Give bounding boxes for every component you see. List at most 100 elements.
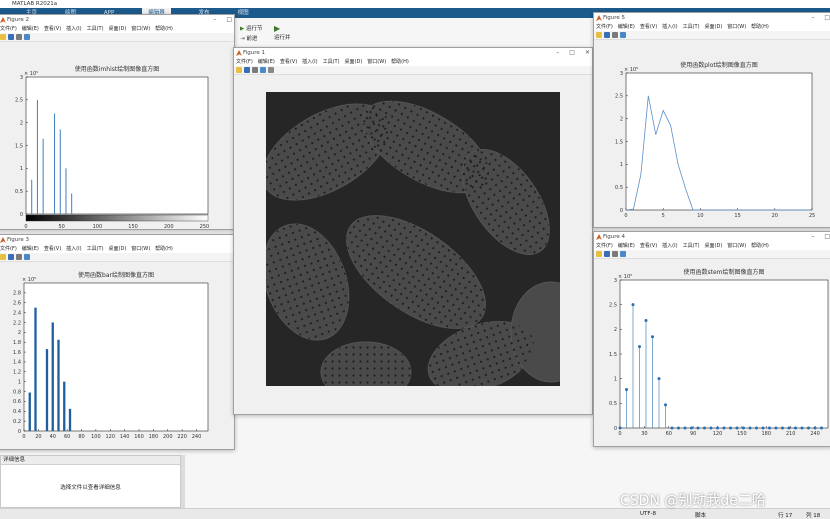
bar <box>63 381 66 431</box>
menu-edit[interactable]: 编辑(E) <box>22 246 39 252</box>
menu-file[interactable]: 文件(F) <box>596 243 613 249</box>
run-section-button[interactable]: ▶ 运行节 <box>240 24 263 34</box>
menu-help[interactable]: 帮助(H) <box>751 24 769 30</box>
x-tick-label: 180 <box>761 431 771 437</box>
figure-4-titlebar[interactable]: Figure 4 – □ <box>594 232 830 242</box>
menu-tools[interactable]: 工具(T) <box>683 24 700 30</box>
editor-run-group: ▶ 运行节 ⇥ 前进 <box>240 24 263 44</box>
data-cursor-icon[interactable] <box>24 34 30 40</box>
maximize-button[interactable]: □ <box>824 14 830 21</box>
menu-help[interactable]: 帮助(H) <box>155 26 173 32</box>
open-file-icon[interactable] <box>596 32 602 38</box>
advance-button[interactable]: ⇥ 前进 <box>240 34 263 44</box>
figure-5-window[interactable]: Figure 5 – □ 文件(F) 编辑(E) 查看(V) 插入(I) 工具(T) 桌面(… <box>593 12 830 228</box>
menu-window[interactable]: 窗口(W) <box>367 59 386 65</box>
menu-help[interactable]: 帮助(H) <box>391 59 409 65</box>
figure-4-window[interactable]: Figure 4 – □ 文件(F) 编辑(E) 查看(V) 插入(I) 工具(T) 桌面(… <box>593 231 830 447</box>
data-cursor-icon[interactable] <box>620 32 626 38</box>
menu-view[interactable]: 查看(V) <box>280 59 297 65</box>
menu-help[interactable]: 帮助(H) <box>751 243 769 249</box>
menu-desktop[interactable]: 桌面(D) <box>345 59 363 65</box>
ribbon-tab-view[interactable]: 视图 <box>238 8 249 18</box>
save-icon[interactable] <box>604 32 610 38</box>
maximize-button[interactable]: □ <box>824 233 830 240</box>
data-cursor-icon[interactable] <box>260 67 266 73</box>
menu-edit[interactable]: 编辑(E) <box>618 243 635 249</box>
maximize-button[interactable]: □ <box>226 16 232 23</box>
figure-3-titlebar[interactable]: Figure 3 <box>0 235 234 245</box>
axes-exponent: × 10⁵ <box>22 277 36 283</box>
maximize-button[interactable]: □ <box>569 49 575 56</box>
menu-insert[interactable]: 插入(I) <box>302 59 317 65</box>
menu-tools[interactable]: 工具(T) <box>87 246 104 252</box>
menu-desktop[interactable]: 桌面(D) <box>109 26 127 32</box>
minimize-button[interactable]: – <box>811 14 814 21</box>
minimize-button[interactable]: – <box>811 233 814 240</box>
print-icon[interactable] <box>612 251 618 257</box>
menu-file[interactable]: 文件(F) <box>0 246 17 252</box>
open-file-icon[interactable] <box>0 254 6 260</box>
stem-point <box>748 426 752 430</box>
menu-view[interactable]: 查看(V) <box>44 26 61 32</box>
menu-file[interactable]: 文件(F) <box>596 24 613 30</box>
menu-desktop[interactable]: 桌面(D) <box>705 243 723 249</box>
menu-file[interactable]: 文件(F) <box>0 26 17 32</box>
minimize-button[interactable]: – <box>213 16 216 23</box>
menu-desktop[interactable]: 桌面(D) <box>705 24 723 30</box>
menu-tools[interactable]: 工具(T) <box>87 26 104 32</box>
menu-tools[interactable]: 工具(T) <box>323 59 340 65</box>
figure-5-titlebar[interactable]: Figure 5 – □ <box>594 13 830 23</box>
open-file-icon[interactable] <box>596 251 602 257</box>
bar <box>57 339 60 431</box>
figure-2-titlebar[interactable]: Figure 2 – □ <box>0 15 234 25</box>
menu-help[interactable]: 帮助(H) <box>155 246 173 252</box>
figure-1-window[interactable]: Figure 1 – □ ✕ 文件(F) 编辑(E) 查看(V) 插入(I) 工具(T) 桌面… <box>233 47 593 415</box>
menu-desktop[interactable]: 桌面(D) <box>109 246 127 252</box>
x-tick-label: 240 <box>192 434 202 440</box>
menu-window[interactable]: 窗口(W) <box>727 24 746 30</box>
menu-insert[interactable]: 插入(I) <box>662 243 677 249</box>
data-cursor-icon[interactable] <box>24 254 30 260</box>
figure-1-menubar: 文件(F) 编辑(E) 查看(V) 插入(I) 工具(T) 桌面(D) 窗口(W) 帮助(H) <box>234 58 592 66</box>
x-tick-label: 180 <box>149 434 159 440</box>
figure-1-titlebar[interactable]: Figure 1 – □ ✕ <box>234 48 592 58</box>
print-icon[interactable] <box>16 254 22 260</box>
save-icon[interactable] <box>8 254 14 260</box>
menu-edit[interactable]: 编辑(E) <box>618 24 635 30</box>
y-tick-label: 0.5 <box>15 189 23 195</box>
print-icon[interactable] <box>16 34 22 40</box>
axes-box <box>625 72 813 211</box>
print-icon[interactable] <box>612 32 618 38</box>
data-cursor-icon[interactable] <box>620 251 626 257</box>
save-icon[interactable] <box>8 34 14 40</box>
panel-splitter[interactable] <box>181 455 185 508</box>
figure-2-window[interactable]: Figure 2 – □ 文件(F) 编辑(E) 查看(V) 插入(I) 工具(T) 桌面(… <box>0 14 235 230</box>
menu-insert[interactable]: 插入(I) <box>662 24 677 30</box>
menu-window[interactable]: 窗口(W) <box>131 26 150 32</box>
print-icon[interactable] <box>252 67 258 73</box>
figure-3-toolbar <box>0 253 234 262</box>
menu-file[interactable]: 文件(F) <box>236 59 253 65</box>
save-icon[interactable] <box>244 67 250 73</box>
close-button[interactable]: ✕ <box>585 49 590 56</box>
open-file-icon[interactable] <box>0 34 6 40</box>
save-icon[interactable] <box>604 251 610 257</box>
menu-view[interactable]: 查看(V) <box>44 246 61 252</box>
pointer-icon[interactable] <box>268 67 274 73</box>
run-and-advance-button[interactable]: ▶ 运行并 <box>274 24 291 41</box>
menu-window[interactable]: 窗口(W) <box>727 243 746 249</box>
menu-edit[interactable]: 编辑(E) <box>258 59 275 65</box>
minimize-button[interactable]: – <box>556 49 559 56</box>
y-tick-label: 2 <box>620 116 623 122</box>
menu-insert[interactable]: 插入(I) <box>66 26 81 32</box>
menu-insert[interactable]: 插入(I) <box>66 246 81 252</box>
menu-edit[interactable]: 编辑(E) <box>22 26 39 32</box>
bar <box>28 392 31 431</box>
figure-3-window[interactable]: Figure 3 文件(F) 编辑(E) 查看(V) 插入(I) 工具(T) 桌面(D) 窗… <box>0 234 235 450</box>
menu-view[interactable]: 查看(V) <box>640 243 657 249</box>
menu-tools[interactable]: 工具(T) <box>683 243 700 249</box>
y-tick-label: 0.4 <box>13 409 21 415</box>
menu-window[interactable]: 窗口(W) <box>131 246 150 252</box>
open-file-icon[interactable] <box>236 67 242 73</box>
menu-view[interactable]: 查看(V) <box>640 24 657 30</box>
